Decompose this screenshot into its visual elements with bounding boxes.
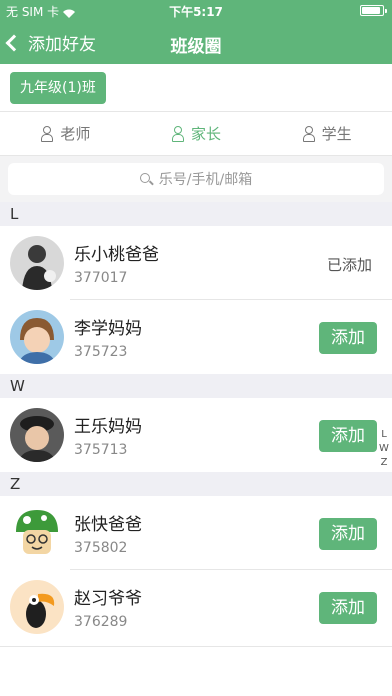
tab-teacher[interactable]: 老师 [0,112,131,155]
contact-id: 375723 [74,344,128,360]
added-status: 已添加 [326,256,372,274]
nav-bar: 添加好友 班级圈 [0,20,392,64]
contact-name: 王乐妈妈 [74,417,142,437]
add-friend-button[interactable]: 添加 [319,518,377,550]
contact-name: 李学妈妈 [74,319,142,339]
person-icon [171,125,185,142]
search-area: 乐号/手机/邮箱 [0,156,392,202]
contact-name: 张快爸爸 [74,515,142,535]
list-item[interactable]: 张快爸爸 375802 添加 [0,496,392,570]
index-letter[interactable]: Z [379,456,389,470]
search-input[interactable]: 乐号/手机/邮箱 [8,163,384,195]
add-friend-button[interactable]: 添加 [319,592,377,624]
contact-id: 376289 [74,614,128,630]
tab-label: 学生 [321,125,352,143]
add-friend-button[interactable]: 添加 [319,322,377,354]
contact-id: 375802 [74,540,128,556]
avatar [10,236,64,290]
app-header: 无 SIM 卡 下午5:17 添加好友 班级圈 [0,0,392,64]
person-icon [302,125,316,142]
tab-label: 老师 [60,125,91,143]
contact-name: 赵习爷爷 [74,589,142,609]
index-letter[interactable]: W [379,442,389,456]
avatar [10,408,64,462]
tab-student[interactable]: 学生 [261,112,392,155]
tab-label: 家长 [191,125,222,143]
avatar [10,506,64,560]
contact-name: 乐小桃爸爸 [74,245,159,265]
list-item[interactable]: 赵习爷爷 376289 添加 [0,570,392,644]
list-item[interactable]: 李学妈妈 375723 添加 [0,300,392,374]
index-letter[interactable]: L [379,428,389,442]
status-bar: 无 SIM 卡 下午5:17 [0,0,392,20]
battery-icon [360,5,387,16]
avatar [10,580,64,634]
class-bar: 九年级(1)班 [0,64,392,112]
alphabet-index[interactable]: L W Z [379,428,389,470]
list-item[interactable]: 王乐妈妈 375713 添加 [0,398,392,472]
section-header: L [0,202,392,226]
avatar [10,310,64,364]
search-placeholder: 乐号/手机/邮箱 [158,172,253,188]
role-tabs: 老师 家长 学生 [0,112,392,156]
person-icon [40,125,54,142]
contact-id: 375713 [74,442,128,458]
page-title: 班级圈 [170,37,222,57]
search-icon [139,172,154,186]
tab-parent[interactable]: 家长 [131,112,262,155]
section-header: Z [0,472,392,496]
list-item[interactable]: 乐小桃爸爸 377017 已添加 [0,226,392,300]
status-time: 下午5:17 [169,5,223,19]
add-friend-button[interactable]: 添加 [319,420,377,452]
divider [0,646,392,647]
contact-id: 377017 [74,270,128,286]
section-header: W [0,374,392,398]
class-selector-button[interactable]: 九年级(1)班 [10,72,106,104]
